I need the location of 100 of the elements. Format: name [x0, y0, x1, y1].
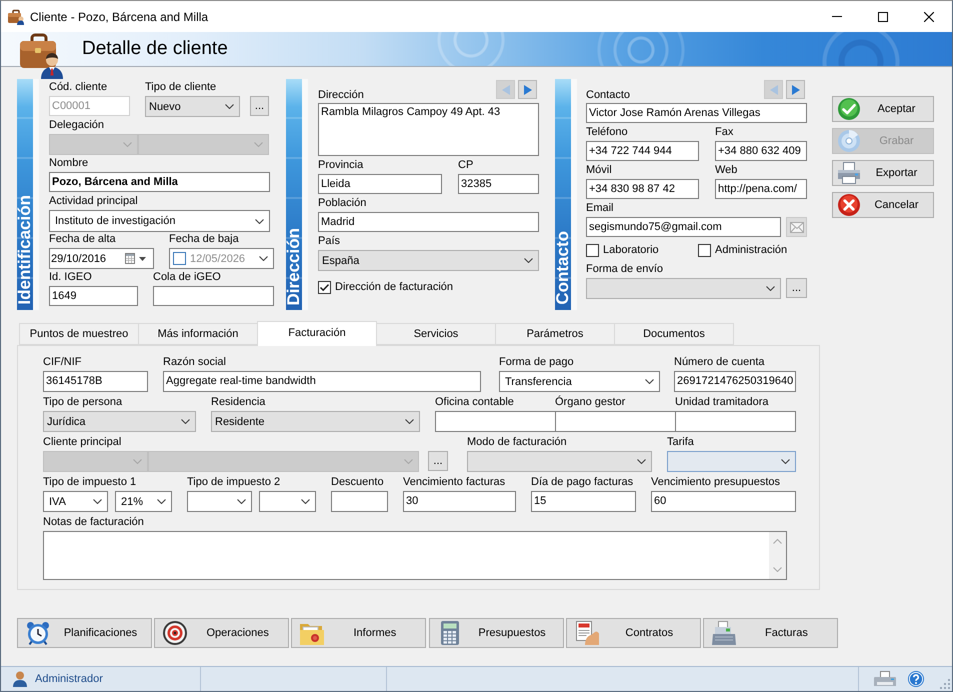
text-field[interactable]: 60 — [651, 491, 796, 512]
field-label: Unidad tramitadora — [675, 395, 769, 409]
maximize-icon — [878, 12, 888, 22]
resize-grip-icon[interactable] — [940, 679, 950, 689]
chevron-down-icon — [181, 419, 190, 424]
field-label: Tipo de persona — [43, 395, 122, 409]
text-field[interactable]: 1649 — [49, 286, 138, 306]
checkbox-icon[interactable] — [698, 244, 711, 257]
dropdown[interactable]: Nuevo — [145, 96, 240, 117]
more-button[interactable]: ... — [428, 451, 448, 471]
chevron-down-icon — [237, 499, 246, 504]
help-button[interactable] — [908, 671, 924, 687]
tab[interactable]: Parámetros — [495, 323, 615, 345]
dropdown[interactable]: Instituto de investigación — [49, 210, 270, 232]
toolbar-button[interactable]: Facturas — [702, 618, 838, 648]
toolbar-button[interactable]: Presupuestos — [428, 618, 564, 648]
text-field[interactable]: Aggregate real-time bandwidth — [163, 371, 481, 392]
text-field[interactable] — [675, 411, 796, 432]
field-label: Tarifa — [667, 435, 694, 449]
chevron-down-icon — [93, 499, 102, 504]
dropdown[interactable]: 21% — [115, 491, 172, 512]
text-field[interactable]: +34 830 98 87 42 — [586, 179, 699, 199]
user-name: Administrador — [35, 673, 103, 685]
toolbar-button[interactable]: Planificaciones — [17, 618, 152, 648]
toolbar-button[interactable]: Contratos — [566, 618, 701, 648]
field-label: Vencimiento presupuestos — [651, 475, 780, 489]
text-area[interactable]: Rambla Milagros Campoy 49 Apt. 43 — [318, 103, 539, 156]
page-title: Detalle de cliente — [82, 38, 228, 60]
dropdown[interactable]: Residente — [211, 411, 420, 432]
text-field[interactable] — [555, 411, 676, 432]
field-label: Fax — [715, 125, 734, 139]
dropdown[interactable]: España — [318, 250, 539, 271]
dropdown[interactable]: IVA — [43, 491, 108, 512]
text-field[interactable] — [331, 491, 388, 512]
field-label: Residencia — [211, 395, 266, 409]
checkbox-option[interactable]: Laboratorio — [586, 244, 659, 257]
right-triangle-icon — [524, 84, 532, 94]
text-field[interactable]: Victor Jose Ramón Arenas Villegas — [586, 103, 807, 123]
text-field[interactable]: 2691721476250319640 — [674, 371, 796, 392]
tab[interactable]: Facturación — [257, 321, 377, 346]
text-field[interactable]: 30 — [403, 491, 516, 512]
tab[interactable]: Puntos de muestreo — [19, 323, 139, 345]
field-label: Razón social — [163, 355, 226, 369]
checkbox-icon[interactable] — [173, 252, 186, 265]
checkbox-icon[interactable] — [586, 244, 599, 257]
field-label: Fecha de alta — [49, 232, 116, 246]
text-field[interactable]: Lleida — [318, 174, 442, 194]
field-label: Actividad principal — [49, 194, 138, 208]
field-label: Dirección — [318, 88, 364, 102]
field-label: Email — [586, 201, 614, 215]
text-area[interactable] — [43, 531, 787, 580]
accept-button[interactable]: Aceptar — [832, 96, 934, 122]
section-title: Contacto — [555, 231, 571, 305]
dropdown[interactable]: Transferencia — [499, 371, 660, 392]
dropdown[interactable] — [667, 451, 796, 472]
help-icon — [908, 671, 924, 687]
text-field[interactable]: http://pena.com/ — [715, 179, 807, 199]
scrollbar[interactable] — [769, 532, 786, 579]
text-field[interactable]: +34 722 744 944 — [586, 141, 699, 161]
chevron-down-icon — [773, 567, 782, 572]
checkbox-option[interactable]: Dirección de facturación — [318, 281, 454, 294]
dropdown[interactable] — [586, 278, 781, 299]
tab[interactable]: Más información — [138, 323, 258, 345]
dropdown[interactable] — [259, 491, 316, 512]
field-label: Cola de iGEO — [153, 270, 221, 284]
text-field[interactable]: Pozo, Bárcena and Milla — [49, 172, 270, 192]
toolbar-button[interactable]: Operaciones — [154, 618, 290, 648]
cash-register-icon — [712, 621, 736, 645]
printer-icon — [874, 671, 896, 687]
toolbar-button[interactable]: Informes — [291, 618, 426, 648]
dropdown[interactable]: Jurídica — [43, 411, 196, 432]
text-field[interactable]: segismundo75@gmail.com — [586, 217, 781, 237]
text-field[interactable]: 36145178B — [43, 371, 148, 392]
dropdown[interactable] — [187, 491, 252, 512]
tab[interactable]: Documentos — [614, 323, 734, 345]
close-icon — [924, 12, 934, 22]
export-button[interactable]: Exportar — [832, 160, 934, 186]
checkbox-icon[interactable] — [318, 281, 331, 294]
text-field[interactable]: 32385 — [458, 174, 539, 194]
more-button[interactable]: ... — [786, 278, 807, 298]
checkbox-option[interactable]: Administración — [698, 244, 788, 257]
window-title: Cliente - Pozo, Bárcena and Milla — [30, 10, 208, 24]
text-field[interactable] — [435, 411, 556, 432]
tab[interactable]: Servicios — [376, 323, 496, 345]
field-label: Modo de facturación — [467, 435, 567, 449]
text-field[interactable]: +34 880 632 409 — [715, 141, 807, 161]
field-label: Web — [715, 163, 738, 177]
text-field[interactable]: 15 — [531, 491, 636, 512]
field-label: Tipo de impuesto 1 — [43, 475, 136, 489]
text-field[interactable]: Madrid — [318, 212, 539, 232]
print-button[interactable] — [874, 671, 896, 687]
next-button[interactable] — [518, 80, 537, 99]
next-button[interactable] — [786, 80, 805, 99]
date-field[interactable]: 29/10/2016 — [49, 248, 154, 269]
field-label: Notas de facturación — [43, 515, 144, 529]
dropdown[interactable] — [467, 451, 652, 472]
text-field[interactable] — [153, 286, 274, 306]
field-label: Tipo de impuesto 2 — [187, 475, 280, 489]
cancel-button[interactable]: Cancelar — [832, 192, 934, 218]
more-button[interactable]: ... — [250, 96, 269, 116]
